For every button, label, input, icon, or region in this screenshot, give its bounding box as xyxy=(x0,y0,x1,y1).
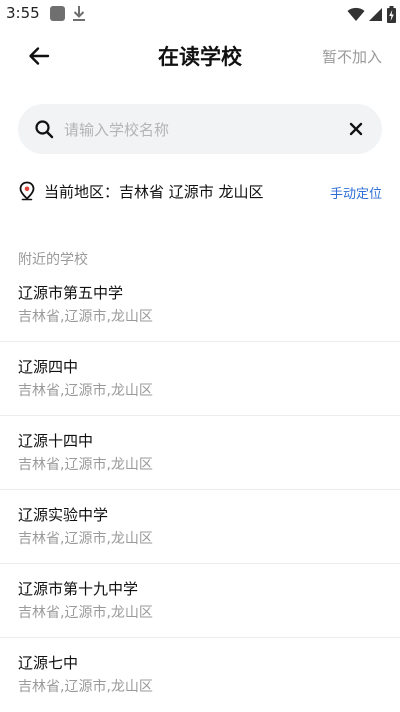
school-region: 吉林省,辽源市,龙山区 xyxy=(18,383,153,399)
download-icon xyxy=(73,6,85,21)
school-name: 辽源实验中学 xyxy=(18,506,109,524)
school-list-item[interactable]: 辽源十四中 吉林省,辽源市,龙山区 xyxy=(0,416,400,490)
school-name: 辽源四中 xyxy=(18,358,79,376)
school-region: 吉林省,辽源市,龙山区 xyxy=(18,605,153,621)
status-bar: 3:55 xyxy=(0,0,400,28)
school-list-item[interactable]: 辽源七中 吉林省,辽源市,龙山区 xyxy=(0,638,400,712)
manual-locate-button[interactable]: 手动定位 xyxy=(330,183,382,202)
close-icon xyxy=(349,122,363,136)
battery-charging-icon xyxy=(387,5,396,23)
status-time: 3:55 xyxy=(6,4,40,22)
school-region: 吉林省,辽源市,龙山区 xyxy=(18,679,153,695)
school-list-item[interactable]: 辽源四中 吉林省,辽源市,龙山区 xyxy=(0,342,400,416)
current-location-text: 当前地区：吉林省 辽源市 龙山区 xyxy=(44,183,264,201)
nearby-schools-title: 附近的学校 xyxy=(18,252,88,268)
header: 在读学校 暂不加入 xyxy=(0,28,400,84)
school-name: 辽源十四中 xyxy=(18,432,94,450)
school-list-item[interactable]: 辽源市第十九中学 吉林省,辽源市,龙山区 xyxy=(0,564,400,638)
school-name: 辽源市第十九中学 xyxy=(18,580,139,598)
school-region: 吉林省,辽源市,龙山区 xyxy=(18,457,153,473)
school-region: 吉林省,辽源市,龙山区 xyxy=(18,309,153,325)
cellular-signal-icon xyxy=(369,7,382,21)
search-box[interactable] xyxy=(18,104,382,154)
location-pin-icon xyxy=(19,181,35,201)
status-indicators xyxy=(347,5,396,23)
school-list-item[interactable]: 辽源市第五中学 吉林省,辽源市,龙山区 xyxy=(0,268,400,342)
wifi-icon xyxy=(347,7,365,21)
school-list: 辽源市第五中学 吉林省,辽源市,龙山区 辽源四中 吉林省,辽源市,龙山区 辽源十… xyxy=(0,268,400,712)
skip-button[interactable]: 暂不加入 xyxy=(322,46,382,67)
search-icon xyxy=(35,120,54,139)
school-region: 吉林省,辽源市,龙山区 xyxy=(18,531,153,547)
current-location-row: 当前地区：吉林省 辽源市 龙山区 手动定位 xyxy=(18,178,382,204)
school-list-item[interactable]: 辽源实验中学 吉林省,辽源市,龙山区 xyxy=(0,490,400,564)
clear-search-button[interactable] xyxy=(346,119,366,139)
search-input[interactable] xyxy=(62,116,336,144)
school-name: 辽源市第五中学 xyxy=(18,284,124,302)
school-name: 辽源七中 xyxy=(18,654,79,672)
app-notification-icon xyxy=(50,6,65,21)
